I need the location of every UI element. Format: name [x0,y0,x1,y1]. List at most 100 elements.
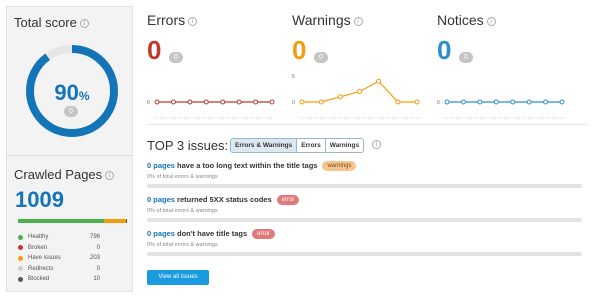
crawled-pages-heading: Crawled Pages i [14,167,115,182]
view-all-issues-button[interactable]: View all issues [147,270,209,285]
sparkline-point [559,99,565,105]
issue-subtext: 0% of total errors & warnings [147,174,218,181]
errors-value[interactable]: 0 [147,35,161,66]
info-icon[interactable]: i [188,16,198,26]
info-icon[interactable]: i [372,140,381,149]
issue-tag: error [252,229,275,240]
issue-count-link[interactable]: 0 pages [147,229,175,238]
section-divider [147,124,587,125]
issue-progress-bar [147,252,582,257]
crawled-pages-legend: Healthy 796 Broken 0 Have issues 203 Redirects… [18,232,100,285]
issue-text: have a too long text within the title ta… [174,161,318,170]
legend-item[interactable]: Redirects 0 [18,264,100,275]
sparkline-point [395,99,401,105]
issue-tag: warnings [322,161,357,172]
issue-title: 0 pages don't have title tags error [147,229,587,240]
issue-subtext: 0% of total errors & warnings [147,242,218,249]
issue-progress-bar [147,184,582,189]
sparkline-point [269,99,275,105]
issue-tag: error [276,195,300,206]
legend-label: Have issues [28,255,61,262]
notices-metric: Notices i 0 0 0 [437,12,572,119]
info-icon[interactable]: i [486,16,496,26]
notices-heading: Notices i [437,12,572,28]
legend-label: Healthy [28,234,49,241]
legend-value: 0 [96,265,100,272]
legend-item[interactable]: Broken 0 [18,243,100,254]
info-icon[interactable]: i [105,171,115,181]
sparkline-point [170,99,176,105]
sparkline-point [253,99,259,105]
warnings-sparkline: 50 [292,74,420,119]
sparkline-point [203,99,209,105]
issue-text: returned 5XX status codes [174,195,272,204]
total-score-title: Total score [14,15,77,30]
issue-count-link[interactable]: 0 pages [147,195,175,204]
legend-item[interactable]: Healthy 796 [18,232,100,243]
notices-delta: 0 [459,52,473,63]
issue-item: 0 pages don't have title tags error 0% of … [147,229,587,257]
tab-errors-warnings[interactable]: Errors & Warnings [231,139,298,152]
legend-item[interactable]: Have issues 203 [18,253,100,264]
crawled-pages-title: Crawled Pages [14,167,103,182]
legend-dot [18,255,23,261]
errors-heading: Errors i [147,12,282,28]
sparkline-point [526,99,532,105]
issue-count-link[interactable]: 0 pages [147,161,175,170]
top-issues-tabs: Errors & Warnings Errors Warnings [230,138,365,153]
bar-segment [104,219,126,223]
axis-tick-label: 0 [292,100,295,106]
info-icon[interactable]: i [353,16,363,26]
sparkline-point [510,99,516,105]
legend-value: 10 [93,276,100,283]
legend-dot [18,276,23,282]
notices-sparkline: 0 [437,99,565,119]
legend-dot [18,266,23,272]
sparkline-point [337,94,343,100]
bar-segment [125,219,127,223]
bar-segment [18,219,104,223]
sparkline-point [460,99,466,105]
legend-label: Broken [28,244,48,251]
legend-label: Redirects [28,265,54,272]
left-panel: Total score i 90% 0 Crawled Pages i 1009 H… [6,6,133,292]
divider [7,155,132,156]
legend-item[interactable]: Blocked 10 [18,274,100,285]
warnings-metric: Warnings i 0 0 50 [292,12,427,119]
total-score-delta: 0 [64,106,78,117]
legend-label: Blocked [28,276,50,283]
axis-tick-label: 0 [147,100,150,106]
sparkline-point [414,99,420,105]
top-issues-title: TOP 3 issues: [147,138,229,153]
issue-title: 0 pages returned 5XX status codes error [147,195,587,206]
sparkline-point [236,99,242,105]
sparkline-point [477,99,483,105]
axis-tick-label: 0 [437,100,440,106]
warnings-value[interactable]: 0 [292,35,306,66]
sparkline-point [187,99,193,105]
sparkline-point [220,99,226,105]
issue-progress-bar [147,218,582,223]
notices-value[interactable]: 0 [437,35,451,66]
legend-value: 0 [96,244,100,251]
tab-errors[interactable]: Errors [297,139,326,152]
crawled-pages-bar [18,219,127,223]
issue-item: 0 pages have a too long text within the … [147,161,587,189]
legend-value: 203 [89,255,100,262]
sparkline-point [493,99,499,105]
tab-warnings[interactable]: Warnings [326,139,363,152]
total-score-value: 90% [54,80,90,105]
info-icon[interactable]: i [79,19,89,29]
sparkline-point [444,99,450,105]
warnings-delta: 0 [314,52,328,63]
issue-text: don't have title tags [174,229,248,238]
crawled-pages-value[interactable]: 1009 [15,187,64,213]
issue-title: 0 pages have a too long text within the … [147,161,587,172]
sparkline-point [154,99,160,105]
sparkline-point [543,99,549,105]
sparkline-point [318,99,324,105]
issue-item: 0 pages returned 5XX status codes error 0%… [147,195,587,223]
sparkline-point [376,78,382,84]
total-score-donut: 90% 0 [24,43,120,139]
legend-dot [18,245,23,251]
